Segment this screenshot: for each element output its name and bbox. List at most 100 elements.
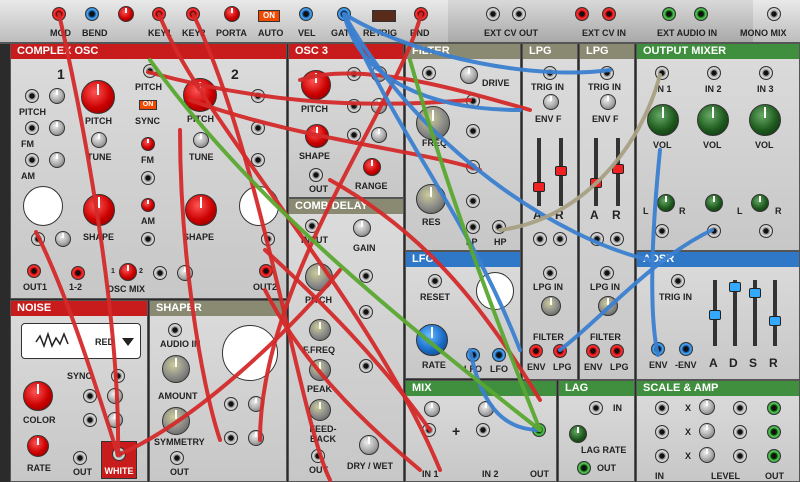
shaper-out-jack[interactable] — [170, 451, 184, 465]
osc1-shape-mod-knob[interactable] — [55, 231, 71, 247]
mixer-pan-cv-jack-2[interactable] — [707, 224, 721, 238]
shaper-amount-knob[interactable] — [162, 355, 190, 383]
filter-freq-jack-1[interactable] — [466, 94, 480, 108]
scale-out3-jack[interactable] — [767, 449, 781, 463]
ext-audio-in-jack-1[interactable] — [662, 7, 676, 21]
am-amount-jack[interactable] — [141, 232, 155, 246]
comb-pitch-knob[interactable] — [305, 263, 333, 291]
filter-in-jack[interactable] — [422, 66, 436, 80]
mix-in1-jack[interactable] — [422, 423, 436, 437]
am-amount-knob[interactable] — [141, 198, 155, 212]
shaper-symmetry-jack[interactable] — [224, 431, 238, 445]
adsr-a-slider[interactable] — [709, 280, 721, 346]
mixer-vol3-knob[interactable] — [749, 104, 781, 136]
lpg1-in-jack[interactable] — [543, 266, 557, 280]
osc3-pitch-knob[interactable] — [301, 70, 331, 100]
lag-rate-knob[interactable] — [569, 425, 587, 443]
osc1-fm-jack[interactable] — [25, 121, 39, 135]
osc3-pitch-jack[interactable] — [347, 67, 361, 81]
osc1-pitch-mod-knob[interactable] — [49, 88, 65, 104]
shaper-symmetry-mod-knob[interactable] — [248, 430, 264, 446]
mix-in2-jack[interactable] — [476, 423, 490, 437]
osc3-range-knob[interactable] — [363, 158, 381, 176]
osc3-shape-knob[interactable] — [305, 124, 329, 148]
center-pitch-jack[interactable] — [143, 64, 157, 78]
mixer-pan-cv-jack-3[interactable] — [759, 224, 773, 238]
comb-mod-jack[interactable] — [359, 359, 373, 373]
osc2-pitch-jack[interactable] — [251, 89, 265, 103]
lpg1-jack-a[interactable] — [533, 232, 547, 246]
mixer-pan3-knob[interactable] — [751, 194, 769, 212]
osc-mix-knob[interactable] — [119, 263, 137, 281]
lpg1-envf-knob[interactable] — [543, 94, 559, 110]
scale-out1-jack[interactable] — [767, 401, 781, 415]
noise-type-selector[interactable] — [21, 323, 141, 359]
osc1-am-jack[interactable] — [25, 153, 39, 167]
mixer-vol1-knob[interactable] — [647, 104, 679, 136]
bend-range-knob[interactable] — [118, 6, 134, 22]
lpg2-r-slider[interactable] — [612, 138, 624, 206]
mixer-vol2-knob[interactable] — [697, 104, 729, 136]
comb-peak-knob[interactable] — [309, 359, 331, 381]
comb-ffreq-knob[interactable] — [309, 319, 331, 341]
white-noise-jack[interactable] — [112, 447, 126, 461]
ext-cv-out-jack-1[interactable] — [486, 7, 500, 21]
adsr-neg-env-jack[interactable] — [679, 342, 693, 356]
shaper-amount-mod-knob[interactable] — [248, 396, 264, 412]
lag-out-jack[interactable] — [577, 461, 591, 475]
sync-button[interactable]: ON — [139, 100, 157, 110]
comb-out-jack[interactable] — [311, 449, 325, 463]
lpg2-trig-jack[interactable] — [600, 66, 614, 80]
mix-level1-knob[interactable] — [424, 401, 440, 417]
osc3-pitch-mod-knob[interactable] — [371, 66, 387, 82]
filter-res-knob[interactable] — [416, 184, 446, 214]
comb-gain-knob[interactable] — [353, 219, 371, 237]
scale-out2-jack[interactable] — [767, 425, 781, 439]
scale-level1-knob[interactable] — [699, 399, 715, 415]
filter-freq-knob[interactable] — [416, 106, 450, 140]
osc1-fm-knob[interactable] — [49, 120, 65, 136]
lpg1-env-jack[interactable] — [529, 344, 543, 358]
osc1-pitch-knob[interactable] — [81, 80, 115, 114]
porta-knob[interactable] — [224, 6, 240, 22]
lfo-reset-jack[interactable] — [428, 274, 442, 288]
comb-pitch-jack[interactable] — [359, 269, 373, 283]
noise-color-jack[interactable] — [83, 389, 97, 403]
mixer-pan1-knob[interactable] — [657, 194, 675, 212]
lpg2-jack-a[interactable] — [590, 232, 604, 246]
mix-out-jack[interactable] — [532, 423, 546, 437]
osc1-shape-jack[interactable] — [31, 232, 45, 246]
fm-amount-knob[interactable] — [141, 137, 155, 151]
ext-cv-out-jack-2[interactable] — [512, 7, 526, 21]
ext-cv-in-jack-1[interactable] — [575, 7, 589, 21]
mono-mix-jack[interactable] — [767, 7, 781, 21]
noise-out-jack[interactable] — [73, 451, 87, 465]
scale-in2-jack[interactable] — [655, 425, 669, 439]
key1-jack[interactable] — [152, 7, 166, 21]
out1-jack[interactable] — [27, 264, 41, 278]
key2-jack[interactable] — [186, 7, 200, 21]
lag-in-jack[interactable] — [589, 401, 603, 415]
mixer-pan2-knob[interactable] — [705, 194, 723, 212]
noise-sync-jack[interactable] — [111, 369, 125, 383]
osc2-shape-knob[interactable] — [185, 194, 217, 226]
mix12-jack[interactable] — [71, 266, 85, 280]
osc3-shape-jack[interactable] — [347, 128, 361, 142]
adsr-s-slider[interactable] — [749, 280, 761, 346]
ext-cv-in-jack-2[interactable] — [602, 7, 616, 21]
mixer-pan-cv-jack-1[interactable] — [655, 224, 669, 238]
scale-cv3-jack[interactable] — [733, 449, 747, 463]
lpg1-a-slider[interactable] — [533, 138, 545, 206]
mixer-in3-jack[interactable] — [759, 66, 773, 80]
mixer-in1-jack[interactable] — [655, 66, 669, 80]
osc2-shape-jack[interactable] — [261, 232, 275, 246]
rnd-jack[interactable] — [414, 7, 428, 21]
mix-level2-knob[interactable] — [478, 401, 494, 417]
lfo-rate-knob[interactable] — [416, 324, 448, 356]
lpg2-jack-b[interactable] — [610, 232, 624, 246]
lpg2-a-slider[interactable] — [590, 138, 602, 206]
lpg1-r-slider[interactable] — [555, 138, 567, 206]
shaper-in-jack[interactable] — [168, 323, 182, 337]
osc1-pitch-jack[interactable] — [25, 89, 39, 103]
adsr-r-slider[interactable] — [769, 280, 781, 346]
